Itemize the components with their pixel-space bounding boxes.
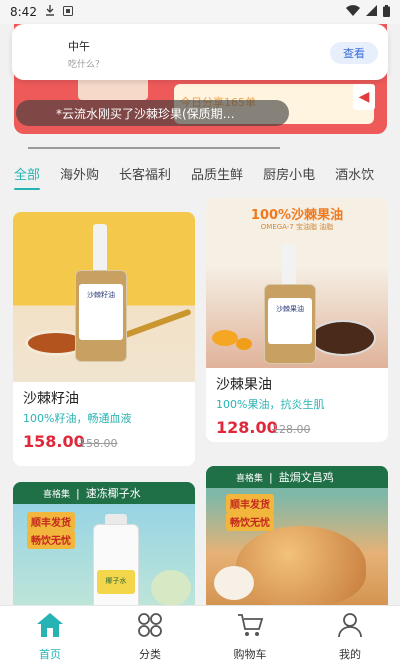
user-icon bbox=[336, 612, 364, 642]
notification-title: 中午 bbox=[68, 40, 90, 53]
divider bbox=[28, 147, 280, 149]
cart-icon bbox=[236, 612, 264, 642]
battery-icon bbox=[383, 4, 390, 20]
nav-cart[interactable]: 购物车 bbox=[200, 606, 300, 667]
product-name: 沙棘籽油 bbox=[23, 391, 79, 407]
product-desc: 100%籽油，畅通血液 bbox=[23, 412, 132, 425]
tab-drinks[interactable]: 酒水饮 bbox=[335, 164, 374, 187]
home-icon bbox=[36, 612, 64, 642]
tab-fresh[interactable]: 品质生鲜 bbox=[191, 164, 243, 187]
product-price: 128.00 bbox=[216, 418, 278, 437]
bottle-image: 椰子水 bbox=[93, 514, 139, 612]
bottom-nav: 首页 分类 购物车 我的 bbox=[0, 605, 400, 667]
category-tabs: 全部 海外购 长客福利 品质生鲜 厨房小电 酒水饮 bbox=[0, 158, 400, 192]
category-icon bbox=[136, 612, 164, 642]
product-image: 喜格集 | 速冻椰子水 顺丰发货 畅饮无忧 椰子水 bbox=[13, 482, 195, 612]
tab-overseas[interactable]: 海外购 bbox=[60, 164, 99, 187]
nav-home-label: 首页 bbox=[39, 647, 61, 661]
banner-arrow-icon[interactable]: ◀ bbox=[353, 84, 375, 110]
product-subhead: 喜格集 | 盐焗文昌鸡 bbox=[206, 466, 388, 488]
purchase-toast: *云流水刚买了沙棘珍果(保质期… bbox=[16, 100, 289, 126]
nav-profile[interactable]: 我的 bbox=[300, 606, 400, 667]
product-original-price: 128.00 bbox=[272, 423, 311, 436]
nav-home[interactable]: 首页 bbox=[0, 606, 100, 667]
product-name: 沙棘果油 bbox=[216, 377, 272, 393]
nav-cart-label: 购物车 bbox=[233, 647, 267, 661]
signal-icon bbox=[366, 5, 377, 19]
product-price: 158.00 bbox=[23, 432, 85, 451]
bottle-image: 沙棘籽油 bbox=[71, 224, 131, 364]
product-original-price: 158.00 bbox=[79, 437, 118, 450]
tab-all[interactable]: 全部 bbox=[14, 164, 41, 190]
product-card[interactable]: 沙棘籽油 沙棘籽油 100%籽油，畅通血液 158.00 158.00 bbox=[13, 212, 195, 466]
product-card[interactable]: 100%沙棘果油 OMEGA-7 宝油脂 油脂 沙棘果油 沙棘果油 100%果油… bbox=[206, 198, 388, 442]
product-card[interactable]: 喜格集 | 盐焗文昌鸡 顺丰发货 畅饮无忧 bbox=[206, 466, 388, 612]
tab-kitchen[interactable]: 厨房小电 bbox=[263, 164, 315, 187]
product-image: 沙棘籽油 bbox=[13, 212, 195, 382]
product-image: 100%沙棘果油 OMEGA-7 宝油脂 油脂 沙棘果油 bbox=[206, 198, 388, 368]
notification-card[interactable]: 中午 吃什么？ 查看 bbox=[12, 24, 388, 80]
nav-profile-label: 我的 bbox=[339, 647, 361, 661]
nav-category[interactable]: 分类 bbox=[100, 606, 200, 667]
notification-view-button[interactable]: 查看 bbox=[330, 42, 378, 64]
status-bar: 8:42 bbox=[0, 0, 400, 24]
bottle-image: 沙棘果油 bbox=[262, 244, 318, 364]
product-subhead: 喜格集 | 速冻椰子水 bbox=[13, 482, 195, 504]
notification-subtitle: 吃什么？ bbox=[68, 60, 105, 70]
product-image: 喜格集 | 盐焗文昌鸡 顺丰发货 畅饮无忧 bbox=[206, 466, 388, 612]
wifi-icon bbox=[346, 5, 360, 19]
download-icon bbox=[45, 5, 55, 19]
tab-welfare[interactable]: 长客福利 bbox=[119, 164, 171, 187]
nav-category-label: 分类 bbox=[139, 647, 161, 661]
app-notification-icon bbox=[62, 5, 73, 19]
product-desc: 100%果油，抗炎生肌 bbox=[216, 398, 325, 411]
product-card[interactable]: 喜格集 | 速冻椰子水 顺丰发货 畅饮无忧 椰子水 bbox=[13, 482, 195, 612]
status-time: 8:42 bbox=[10, 5, 37, 19]
